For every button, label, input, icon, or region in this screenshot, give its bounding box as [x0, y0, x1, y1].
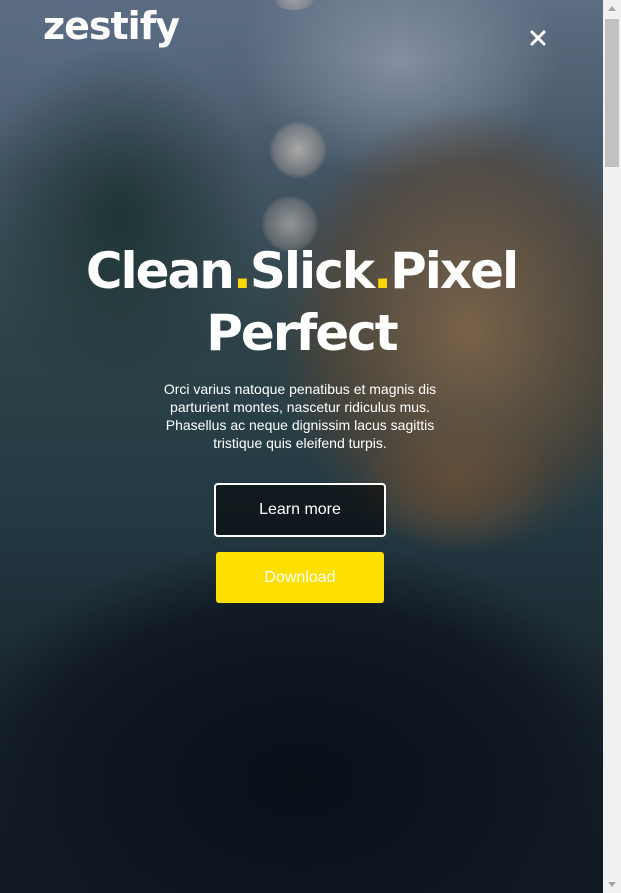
scrollbar-thumb[interactable]: [605, 19, 619, 167]
headline-dot: .: [373, 242, 392, 300]
brand-logo[interactable]: zestify: [43, 4, 180, 48]
learn-more-button[interactable]: Learn more: [214, 483, 386, 537]
headline-word-pixel: Pixel: [390, 242, 519, 300]
headline-word-clean: Clean: [85, 242, 235, 300]
headline-dot: .: [232, 242, 252, 300]
hero-description: Orci varius natoque penatibus et magnis …: [163, 381, 437, 451]
hero-section: zestify Clean.Slick.Pixel Perfect Orci v…: [0, 0, 603, 893]
scroll-up-arrow-icon[interactable]: [603, 0, 621, 17]
headline-word-slick: Slick: [249, 242, 375, 300]
vertical-scrollbar[interactable]: [603, 0, 621, 893]
headline-word-perfect: Perfect: [206, 304, 398, 362]
download-button[interactable]: Download: [216, 552, 384, 603]
hero-headline: Clean.Slick.Pixel Perfect: [0, 240, 603, 364]
scroll-down-arrow-icon[interactable]: [603, 876, 621, 893]
close-icon[interactable]: [526, 26, 550, 50]
